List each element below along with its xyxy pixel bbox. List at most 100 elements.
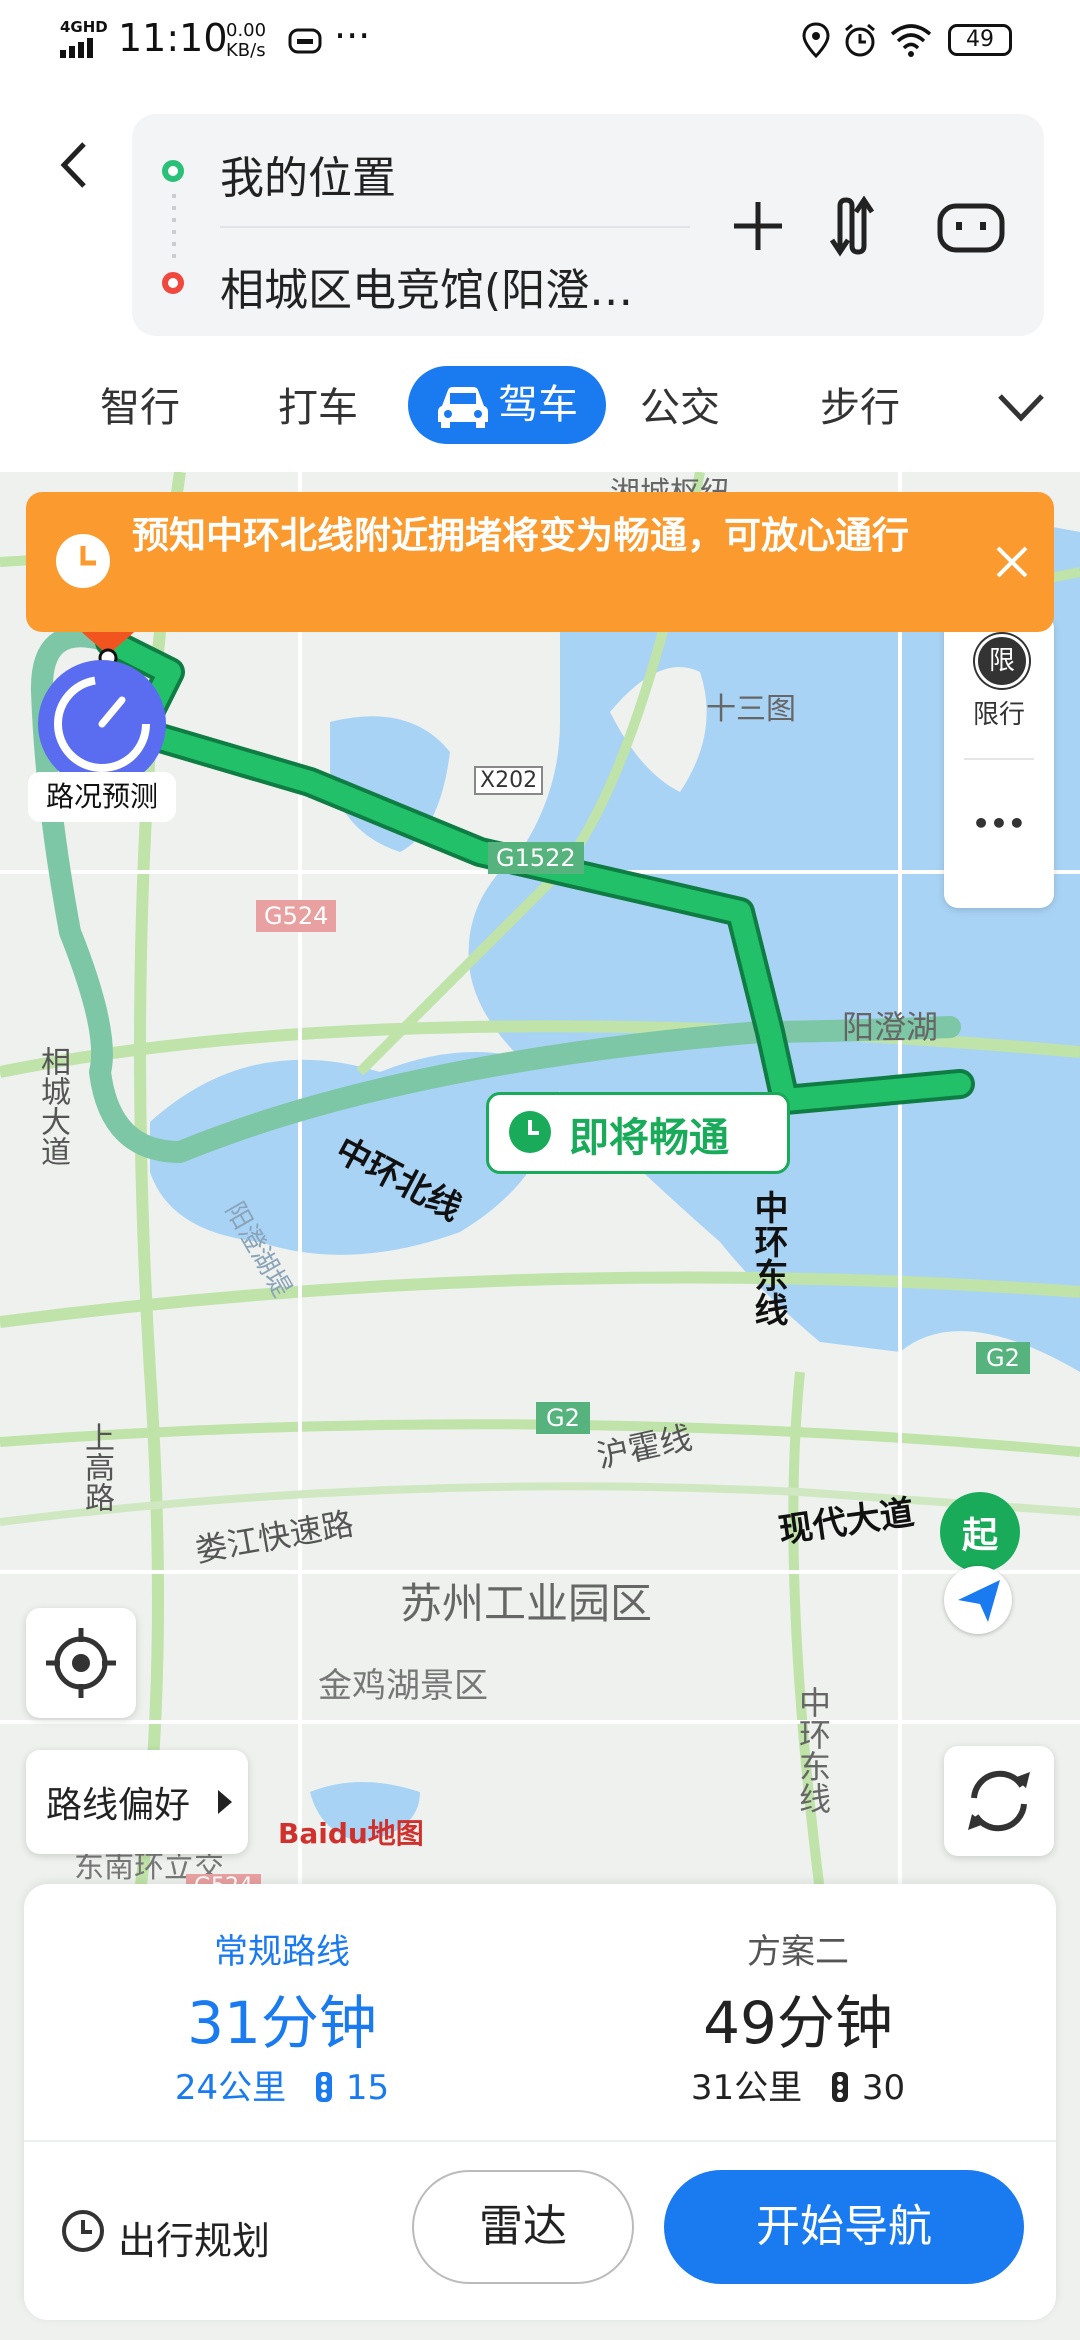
caret-right-icon bbox=[218, 1790, 232, 1814]
more-tabs-button[interactable] bbox=[994, 380, 1048, 438]
divider bbox=[220, 226, 690, 228]
traffic-restriction-button[interactable]: 限 限行 bbox=[944, 614, 1054, 748]
route-road-label: 中环东线 bbox=[748, 1190, 788, 1326]
destination-field[interactable]: 相城区电竞馆(阳澄… bbox=[220, 254, 633, 318]
location-icon bbox=[802, 22, 830, 64]
plus-icon bbox=[734, 202, 782, 250]
clock-icon bbox=[56, 534, 110, 588]
navigation-arrow-icon bbox=[958, 1580, 1000, 1622]
route-lights: 30 bbox=[861, 2068, 906, 2108]
map-label: 上高路 bbox=[79, 1422, 114, 1512]
battery-level: 49 bbox=[966, 27, 994, 52]
route-time: 49分钟 bbox=[703, 1989, 893, 2057]
restriction-label: 限行 bbox=[972, 700, 1025, 730]
back-button[interactable] bbox=[50, 130, 100, 200]
road-shield: G1522 bbox=[488, 842, 584, 874]
tab-smart[interactable]: 智行 bbox=[94, 372, 186, 444]
refresh-icon bbox=[968, 1770, 1030, 1832]
tab-drive-label: 驾车 bbox=[498, 382, 578, 428]
road-shield: G2 bbox=[976, 1342, 1030, 1374]
clock-icon bbox=[509, 1111, 551, 1153]
status-bar: 4GHD 11:10 0.00 KB/s ··· 49 bbox=[0, 0, 1080, 84]
road-shield: G524 bbox=[256, 900, 337, 932]
restriction-badge: 限 bbox=[975, 634, 1029, 688]
origin-dot-icon bbox=[162, 160, 184, 182]
baidu-map-logo: Baidu地图 bbox=[278, 1817, 424, 1850]
app-notification-icon bbox=[288, 26, 322, 60]
route-title: 方案二 bbox=[747, 1932, 849, 1972]
map-tools-panel: 限 限行 ••• bbox=[944, 614, 1054, 908]
car-icon bbox=[438, 387, 488, 428]
current-location-arrow bbox=[944, 1566, 1012, 1634]
start-marker[interactable]: 起 bbox=[940, 1492, 1020, 1572]
more-tools-button[interactable]: ••• bbox=[944, 764, 1054, 904]
route-distance: 24公里 bbox=[174, 2068, 287, 2108]
net-speed-value: 0.00 bbox=[226, 20, 267, 41]
alarm-icon bbox=[842, 22, 878, 62]
speedometer-icon bbox=[54, 676, 150, 772]
tab-walk[interactable]: 步行 bbox=[814, 372, 906, 444]
car-settings-icon bbox=[937, 203, 1005, 253]
more-notifications: ··· bbox=[334, 14, 371, 58]
traffic-light-icon bbox=[316, 2072, 332, 2102]
trip-plan-button[interactable]: 出行规划 bbox=[60, 2198, 280, 2278]
battery-icon: 49 bbox=[948, 24, 1012, 56]
signal-icon bbox=[60, 36, 104, 62]
destination-dot-icon bbox=[162, 272, 184, 294]
map-label: 金鸡湖景区 bbox=[318, 1666, 488, 1706]
close-icon[interactable] bbox=[992, 542, 1032, 582]
traffic-predict-button[interactable] bbox=[38, 660, 166, 788]
traffic-predict-label[interactable]: 路况预测 bbox=[28, 772, 176, 822]
locate-icon bbox=[46, 1628, 116, 1698]
route-meta: 31公里 30 bbox=[540, 2060, 1056, 2109]
route-preference-button[interactable]: 路线偏好 bbox=[26, 1750, 248, 1854]
tab-drive[interactable]: 驾车 bbox=[408, 366, 606, 444]
net-speed-unit: KB/s bbox=[226, 40, 266, 61]
start-marker-label: 起 bbox=[961, 1515, 998, 1556]
back-arrow-icon bbox=[60, 142, 86, 188]
callout-text: 即将畅通 bbox=[569, 1115, 729, 1161]
origin-field[interactable]: 我的位置 bbox=[220, 142, 396, 206]
route-time: 31分钟 bbox=[187, 1989, 377, 2057]
divider bbox=[24, 2140, 1056, 2142]
route-option-2[interactable]: 方案二 49分钟 31公里 30 bbox=[540, 1884, 1056, 2134]
trip-plan-label: 出行规划 bbox=[118, 2219, 271, 2263]
start-navigation-button[interactable]: 开始导航 bbox=[664, 2170, 1024, 2284]
route-option-1[interactable]: 常规路线 31分钟 24公里 15 bbox=[24, 1884, 540, 2134]
chevron-down-icon bbox=[998, 394, 1044, 422]
traffic-light-icon bbox=[832, 2072, 848, 2102]
car-settings-button[interactable] bbox=[932, 170, 1012, 280]
map-view[interactable]: 湘城枢纽 十三图 X202 G1522 G524 阳澄湖 相城大道 中环北线 中… bbox=[0, 472, 1080, 1892]
route-preference-label: 路线偏好 bbox=[46, 1785, 191, 1826]
banner-text: 预知中环北线附近拥堵将变为畅通，可放心通行 bbox=[132, 514, 909, 557]
refresh-button[interactable] bbox=[944, 1746, 1054, 1856]
map-label: 十三图 bbox=[706, 692, 796, 727]
route-distance: 31公里 bbox=[690, 2068, 803, 2108]
road-shield: G2 bbox=[536, 1402, 590, 1434]
wifi-icon bbox=[890, 22, 932, 62]
clock-icon bbox=[62, 2210, 104, 2252]
traffic-banner[interactable]: 预知中环北线附近拥堵将变为畅通，可放心通行 bbox=[26, 492, 1054, 632]
network-type: 4GHD bbox=[60, 18, 108, 36]
route-title: 常规路线 bbox=[214, 1932, 350, 1972]
swap-button[interactable] bbox=[814, 170, 894, 280]
traffic-callout[interactable]: 即将畅通 bbox=[486, 1092, 790, 1174]
road-shield: X202 bbox=[474, 766, 544, 795]
swap-icon bbox=[829, 195, 875, 257]
map-label: 相城大道 bbox=[35, 1046, 70, 1166]
map-label: 阳澄湖 bbox=[842, 1008, 939, 1046]
route-input-box: 我的位置 相城区电竞馆(阳澄… bbox=[132, 114, 1044, 336]
route-lights: 15 bbox=[345, 2068, 390, 2108]
tab-taxi[interactable]: 打车 bbox=[272, 372, 364, 444]
clock: 11:10 bbox=[118, 16, 228, 60]
divider bbox=[964, 758, 1034, 760]
route-options-card: 常规路线 31分钟 24公里 15 方案二 49分钟 31公里 30 出行规划 … bbox=[24, 1884, 1056, 2320]
tab-transit[interactable]: 公交 bbox=[634, 372, 726, 444]
map-label: 苏州工业园区 bbox=[400, 1579, 653, 1628]
add-waypoint-button[interactable] bbox=[718, 170, 798, 280]
route-dotted-line bbox=[172, 194, 176, 260]
locate-button[interactable] bbox=[26, 1608, 136, 1718]
radar-button[interactable]: 雷达 bbox=[412, 2170, 634, 2284]
route-meta: 24公里 15 bbox=[24, 2060, 540, 2109]
map-label: 中环东线 bbox=[794, 1686, 832, 1814]
